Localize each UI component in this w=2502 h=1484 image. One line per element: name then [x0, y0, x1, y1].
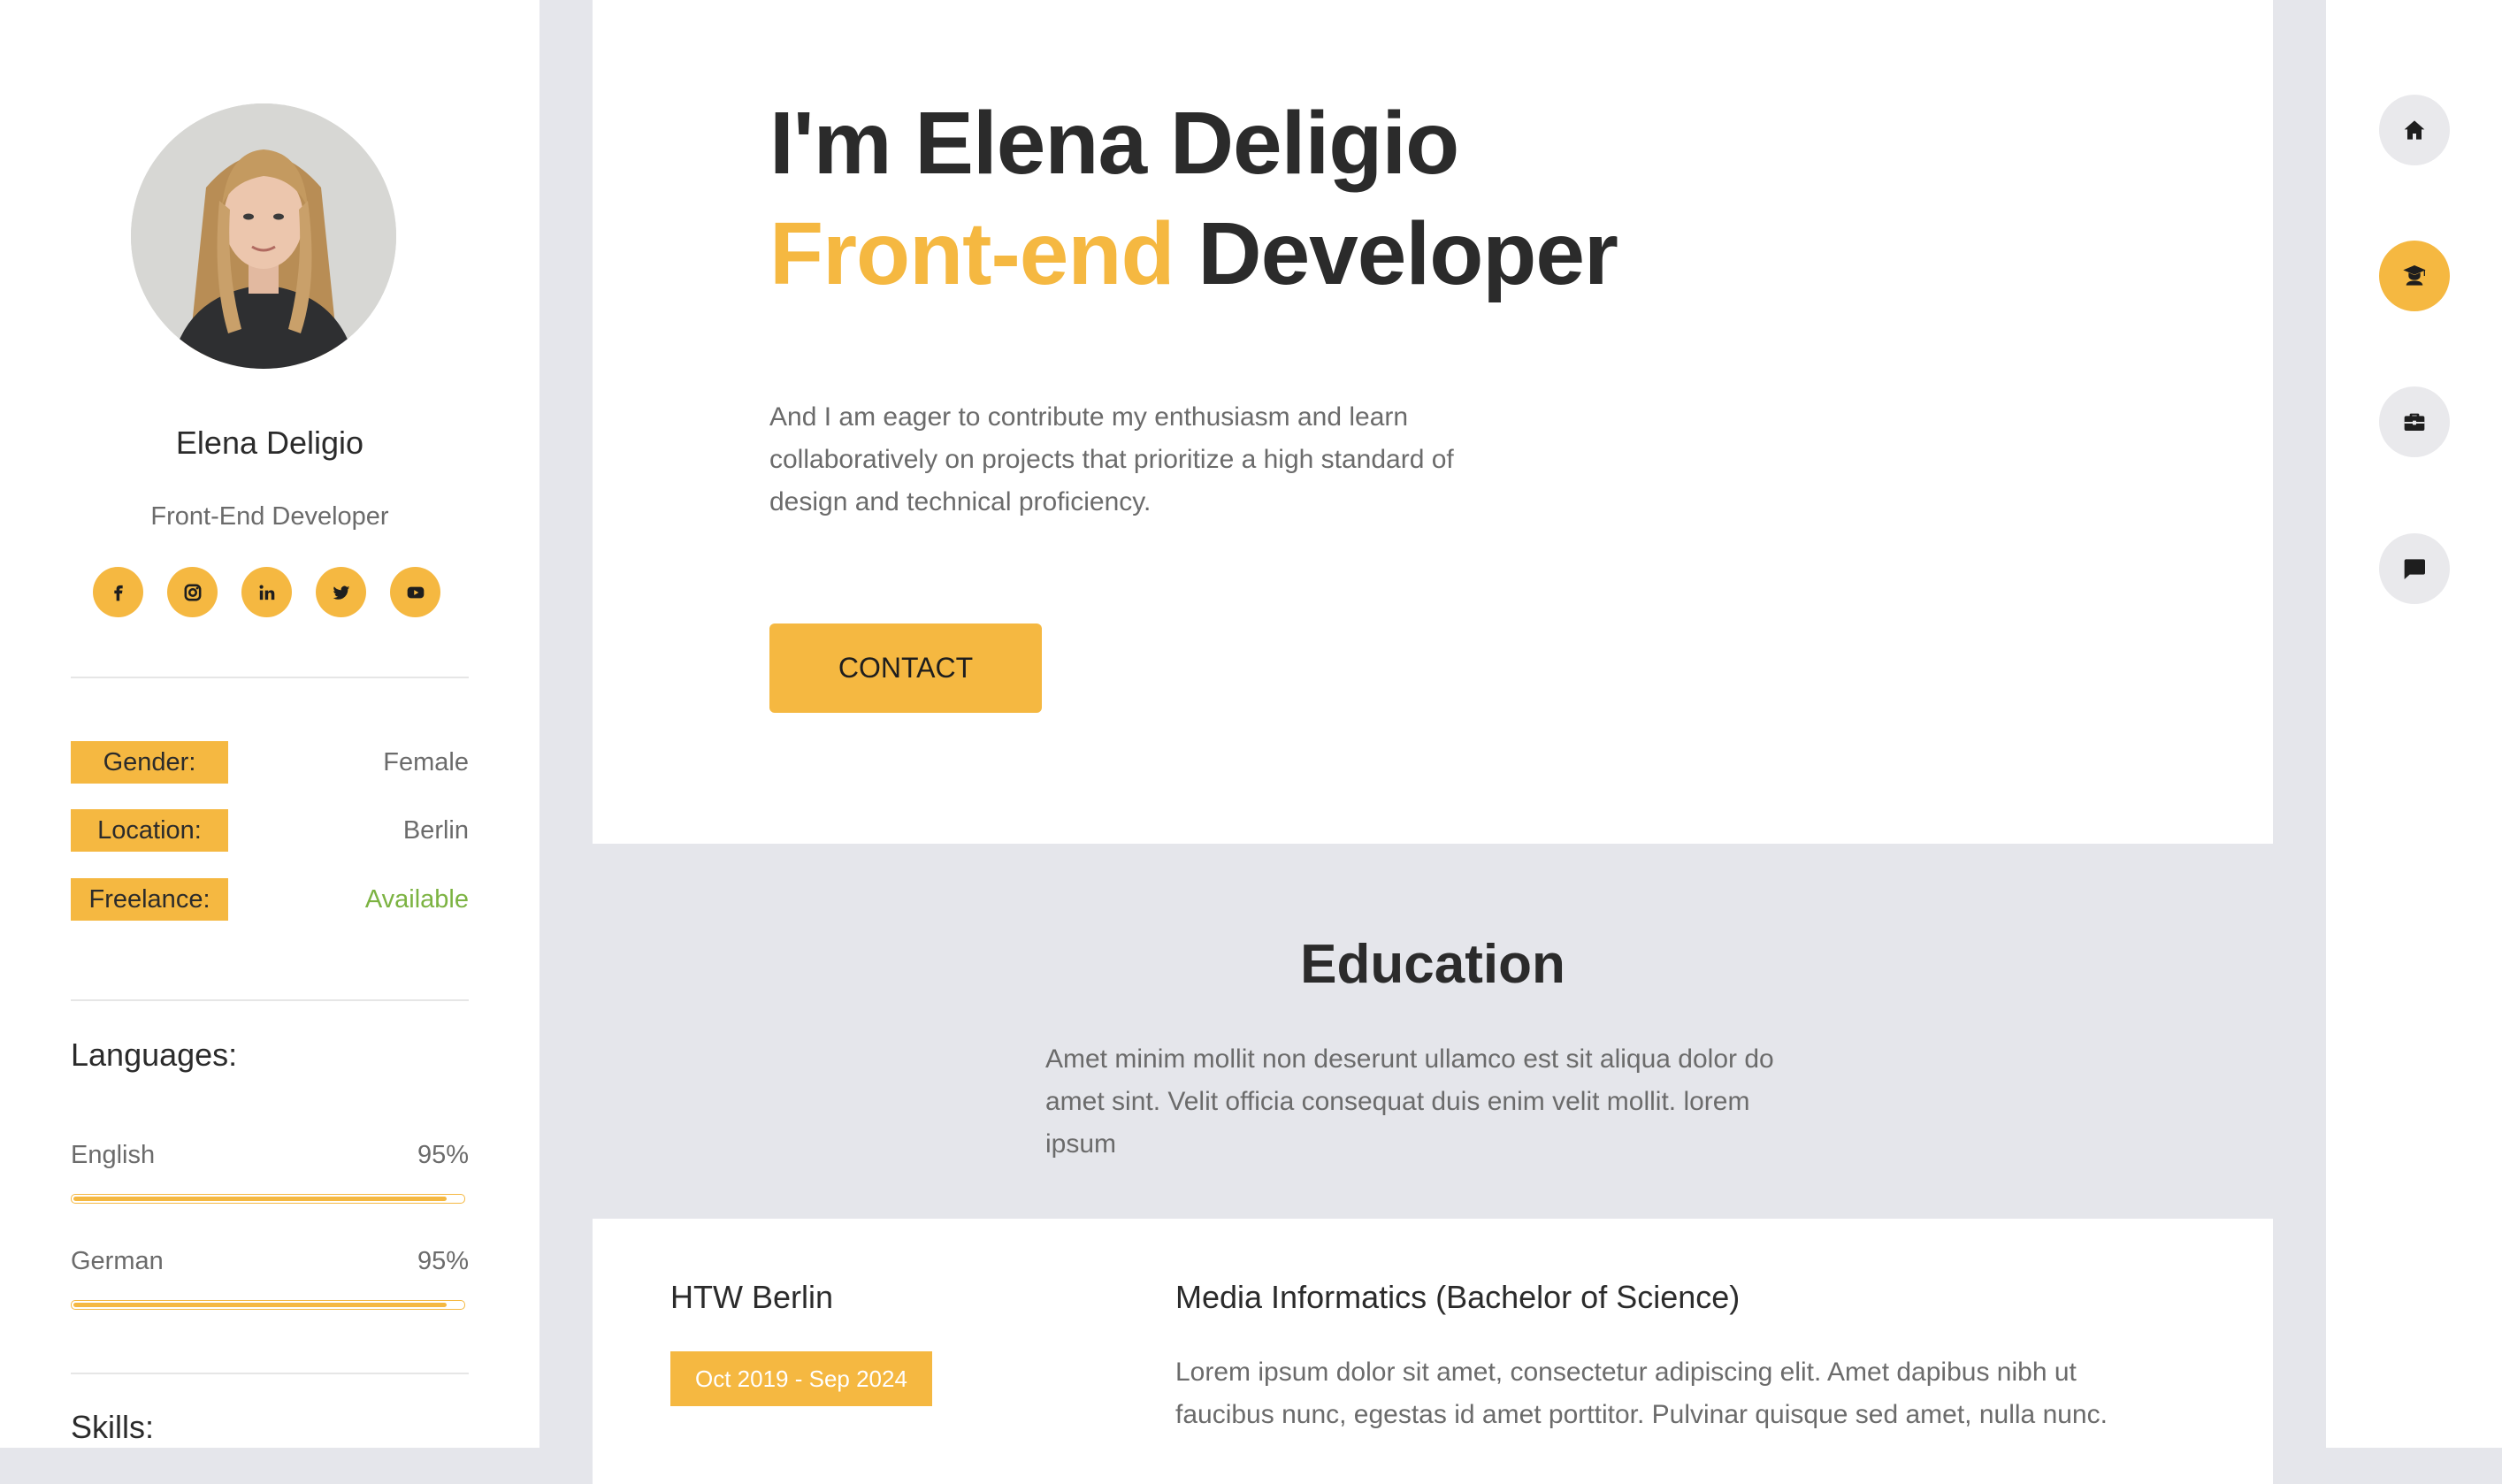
language-name: English — [71, 1141, 156, 1169]
education-title: Education — [1300, 934, 1565, 995]
hero-description: And I am eager to contribute my enthusia… — [769, 402, 1454, 516]
languages-title: Languages: — [71, 1037, 238, 1073]
language-progress-track — [71, 1194, 465, 1204]
hero-section: I'm Elena Deligio Front-end Developer An… — [593, 0, 2273, 844]
education-degree: Media Informatics (Bachelor of Science) — [1175, 1279, 1741, 1315]
hero-heading: I'm Elena Deligio — [769, 94, 1459, 193]
nav-portfolio-button[interactable] — [2379, 386, 2450, 457]
contact-button[interactable]: CONTACT — [769, 623, 1042, 713]
instagram-icon — [184, 584, 201, 600]
briefcase-icon — [2404, 413, 2425, 431]
availability-status: Available — [364, 884, 469, 914]
profile-avatar — [131, 103, 396, 369]
info-label: Location: — [71, 809, 228, 852]
hero-role-accent: Front-end — [769, 204, 1175, 303]
language-progress-fill — [73, 1197, 447, 1201]
twitter-icon — [333, 585, 349, 600]
education-description: Amet minim mollit non deserunt ullamco e… — [1045, 1044, 1774, 1159]
info-label: Freelance: — [71, 878, 228, 921]
social-links — [93, 567, 440, 617]
language-name: German — [71, 1247, 164, 1275]
education-school: HTW Berlin — [670, 1279, 834, 1315]
right-nav — [2326, 0, 2502, 1448]
profile-name: Elena Deligio — [175, 425, 364, 461]
home-icon — [2404, 120, 2425, 140]
hero-subheading: Front-end Developer — [769, 203, 1618, 305]
sidebar-divider — [71, 999, 469, 1001]
info-row-freelance: Freelance: Available — [71, 878, 469, 921]
nav-contact-button[interactable] — [2379, 533, 2450, 604]
profile-sidebar: Elena Deligio Front-End Developer Gender… — [0, 0, 539, 1448]
linkedin-link[interactable] — [241, 567, 292, 617]
facebook-link[interactable] — [93, 567, 143, 617]
language-progress-track — [71, 1300, 465, 1310]
info-label: Gender: — [71, 741, 228, 784]
profile-role: Front-End Developer — [150, 502, 389, 531]
nav-home-button[interactable] — [2379, 95, 2450, 165]
linkedin-icon — [258, 584, 274, 600]
info-row-location: Location: Berlin — [71, 809, 469, 852]
info-value: Berlin — [402, 815, 469, 845]
info-row-gender: Gender: Female — [71, 741, 469, 784]
education-entry: HTW Berlin Oct 2019 - Sep 2024 Media Inf… — [593, 1219, 2273, 1484]
sidebar-divider — [71, 1373, 469, 1374]
language-progress-fill — [73, 1303, 447, 1307]
education-date-badge: Oct 2019 - Sep 2024 — [670, 1351, 932, 1406]
sidebar-divider — [71, 677, 469, 678]
youtube-icon — [407, 586, 424, 598]
youtube-link[interactable] — [390, 567, 440, 617]
facebook-icon — [113, 585, 123, 600]
graduation-icon — [2403, 265, 2426, 286]
language-percent: 95% — [417, 1141, 469, 1169]
language-percent: 95% — [417, 1247, 469, 1275]
avatar-image — [131, 103, 396, 369]
info-value: Female — [383, 747, 469, 776]
hero-role-rest: Developer — [1174, 204, 1618, 303]
skills-title: Skills: — [71, 1409, 155, 1445]
education-text: Lorem ipsum dolor sit amet, consectetur … — [1175, 1358, 2108, 1429]
nav-education-button[interactable] — [2379, 241, 2450, 311]
instagram-link[interactable] — [167, 567, 218, 617]
twitter-link[interactable] — [316, 567, 366, 617]
chat-icon — [2404, 559, 2425, 579]
